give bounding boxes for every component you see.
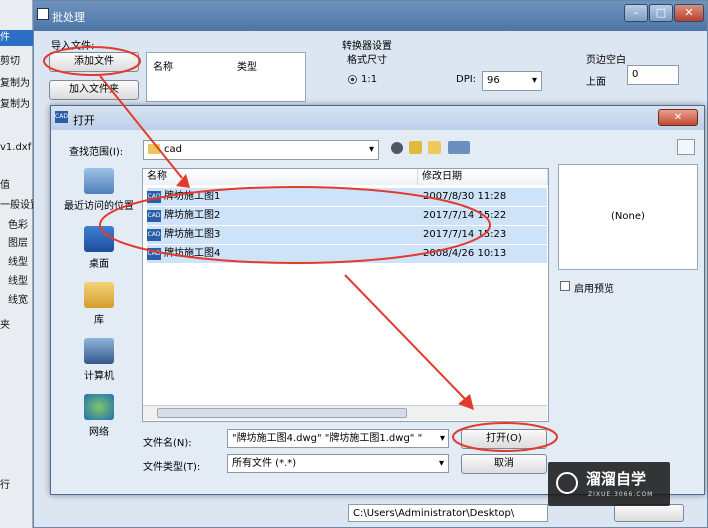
annotation-arrowhead-2 [458,394,474,410]
watermark-name: 溜溜自学 [586,470,647,488]
annotation-overlay [43,46,558,452]
annotation-ellipse-add-file [43,46,141,76]
annotation-arrow-2 [344,274,467,401]
annotation-arrow-1 [99,75,183,179]
annotation-ellipse-files [99,186,491,264]
play-logo-icon [556,472,578,494]
watermark: 溜溜自学 ZIXUE.3066.COM [548,462,670,506]
annotation-arrowhead-1 [176,174,190,188]
annotation-ellipse-open [452,422,558,452]
watermark-url: ZIXUE.3066.COM [588,491,654,498]
